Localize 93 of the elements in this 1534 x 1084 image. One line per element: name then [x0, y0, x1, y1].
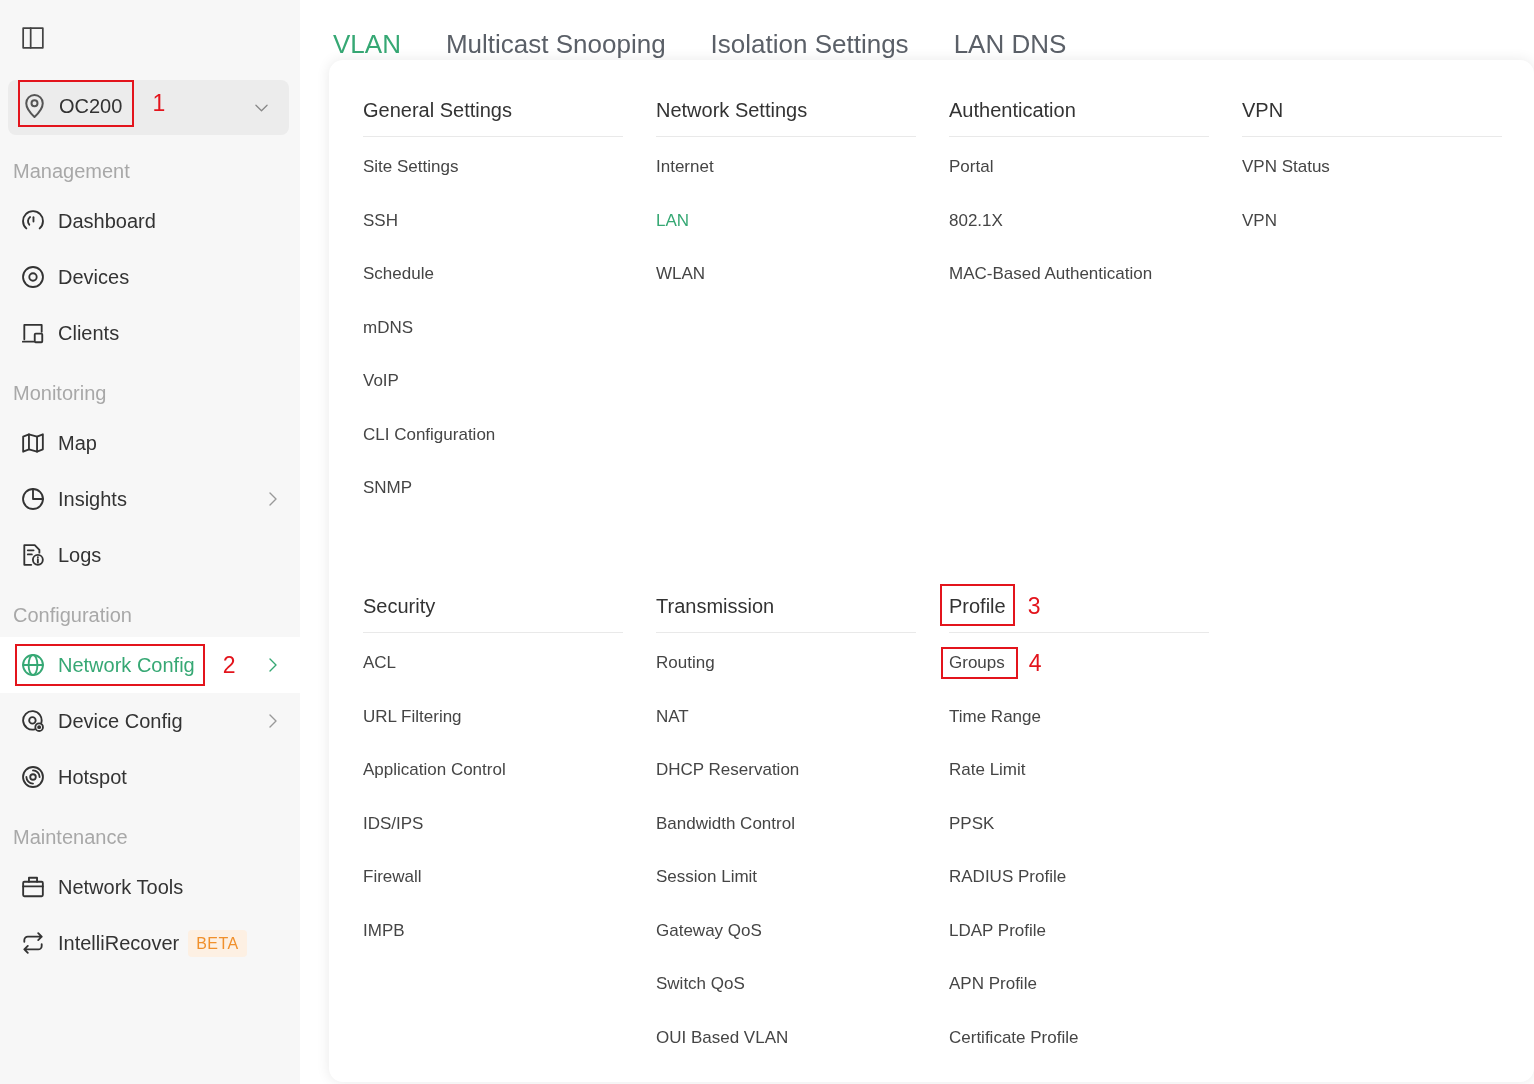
nav-item[interactable]: Hotspot — [0, 749, 300, 805]
nav-item[interactable]: Dashboard — [0, 193, 300, 249]
menu-link[interactable]: Session Limit — [656, 866, 758, 888]
group-title: Transmission — [656, 594, 775, 619]
menu-link[interactable]: VPN Status — [1242, 156, 1330, 178]
section-title: Configuration — [12, 603, 133, 627]
nav-item[interactable]: IntelliRecover BETA — [0, 915, 300, 971]
tab[interactable]: LAN DNS — [953, 30, 1067, 58]
nav-label: Devices — [58, 265, 130, 289]
menu-link[interactable]: Certificate Profile — [949, 1026, 1079, 1049]
section-title: Monitoring — [12, 381, 108, 405]
nav-label: Clients — [58, 321, 120, 345]
split-panel-icon[interactable] — [22, 27, 44, 49]
disc-badge-icon — [22, 710, 44, 732]
menu-link[interactable]: Groups — [949, 652, 1005, 674]
nav-label: Logs — [58, 543, 102, 567]
menu-link[interactable]: 802.1X — [949, 209, 1003, 232]
menu-link[interactable]: WLAN — [656, 263, 706, 285]
menu-link[interactable]: mDNS — [363, 316, 414, 339]
group-title: General Settings — [363, 98, 512, 123]
menu-link[interactable]: Switch QoS — [656, 973, 745, 995]
annotation-number: 2 — [222, 652, 236, 678]
tab[interactable]: Multicast Snooping — [445, 30, 666, 58]
nav-item[interactable]: Insights — [0, 471, 300, 527]
section-title: Management — [12, 159, 131, 183]
menu-link[interactable]: Application Control — [363, 759, 506, 781]
gauge-icon — [22, 210, 44, 232]
document-info-icon — [22, 544, 44, 566]
globe-icon — [22, 654, 44, 676]
annotation-number: 4 — [1028, 650, 1042, 676]
tab[interactable]: Isolation Settings — [710, 30, 909, 58]
nav-label: Network Config — [58, 653, 195, 677]
group-title: Security — [363, 594, 436, 619]
nav-label: Dashboard — [58, 209, 156, 233]
menu-link[interactable]: ACL — [363, 652, 397, 674]
swirl-disc-icon — [22, 766, 44, 788]
menu-link[interactable]: Time Range — [949, 705, 1041, 728]
menu-link[interactable]: Firewall — [363, 866, 422, 888]
chevron-down-icon — [255, 103, 268, 112]
monitor-icon — [22, 322, 44, 344]
nav-item[interactable]: Logs — [0, 527, 300, 583]
nav-label: Hotspot — [58, 765, 127, 789]
menu-link[interactable]: PPSK — [949, 812, 995, 835]
nav-label: Network Tools — [58, 875, 184, 899]
annotation-number: 1 — [152, 90, 166, 116]
nav-label: Device Config — [58, 709, 183, 733]
group-title: Profile — [949, 594, 1006, 619]
menu-link[interactable]: VPN — [1242, 209, 1277, 232]
nav-item[interactable]: Clients — [0, 305, 300, 361]
menu-link[interactable]: DHCP Reservation — [656, 759, 800, 781]
location-pin-icon — [25, 94, 44, 118]
nav-label: Map — [58, 431, 97, 455]
menu-link[interactable]: LDAP Profile — [949, 919, 1046, 942]
menu-link[interactable]: OUI Based VLAN — [656, 1026, 789, 1049]
site-selector[interactable]: OC200 1 — [8, 80, 289, 135]
menu-link[interactable]: SSH — [363, 209, 398, 232]
menu-link[interactable]: IMPB — [363, 919, 405, 942]
nav-item[interactable]: Network Tools — [0, 859, 300, 915]
group-title: Network Settings — [656, 98, 808, 123]
menu-link[interactable]: SNMP — [363, 477, 413, 499]
beta-badge: BETA — [188, 929, 247, 957]
concentric-circles-icon — [22, 266, 44, 288]
menu-link[interactable]: IDS/IPS — [363, 812, 424, 835]
nav-label: Insights — [58, 487, 127, 511]
menu-link[interactable]: Schedule — [363, 263, 434, 285]
menu-link[interactable]: Gateway QoS — [656, 919, 762, 942]
section-title: Maintenance — [12, 825, 129, 849]
menu-link[interactable]: MAC-Based Authentication — [949, 263, 1153, 285]
menu-link[interactable]: Bandwidth Control — [656, 812, 795, 835]
nav-item[interactable]: Map — [0, 415, 300, 471]
menu-link[interactable]: CLI Configuration — [363, 423, 496, 446]
map-icon — [22, 432, 44, 454]
cycle-arrows-icon — [22, 932, 44, 954]
toolbox-icon — [22, 876, 44, 898]
nav-item[interactable]: Device Config — [0, 693, 300, 749]
annotation-number: 3 — [1027, 593, 1041, 619]
menu-link[interactable]: Portal — [949, 156, 994, 178]
menu-link[interactable]: NAT — [656, 705, 689, 728]
menu-link[interactable]: Rate Limit — [949, 759, 1026, 781]
group-title: VPN — [1242, 98, 1284, 123]
nav-item[interactable]: Network Config 2 — [0, 637, 300, 693]
nav-item[interactable]: Devices — [0, 249, 300, 305]
menu-link[interactable]: VoIP — [363, 370, 399, 392]
menu-link[interactable]: Internet — [656, 156, 714, 178]
menu-link[interactable]: URL Filtering — [363, 705, 462, 728]
menu-link[interactable]: Routing — [656, 652, 715, 674]
pie-chart-icon — [22, 488, 44, 510]
group-title: Authentication — [949, 98, 1076, 123]
site-name: OC200 — [59, 94, 123, 118]
menu-link[interactable]: RADIUS Profile — [949, 866, 1067, 888]
menu-link[interactable]: Site Settings — [363, 156, 459, 178]
nav-label: IntelliRecover — [58, 931, 180, 955]
menu-link[interactable]: APN Profile — [949, 973, 1037, 995]
